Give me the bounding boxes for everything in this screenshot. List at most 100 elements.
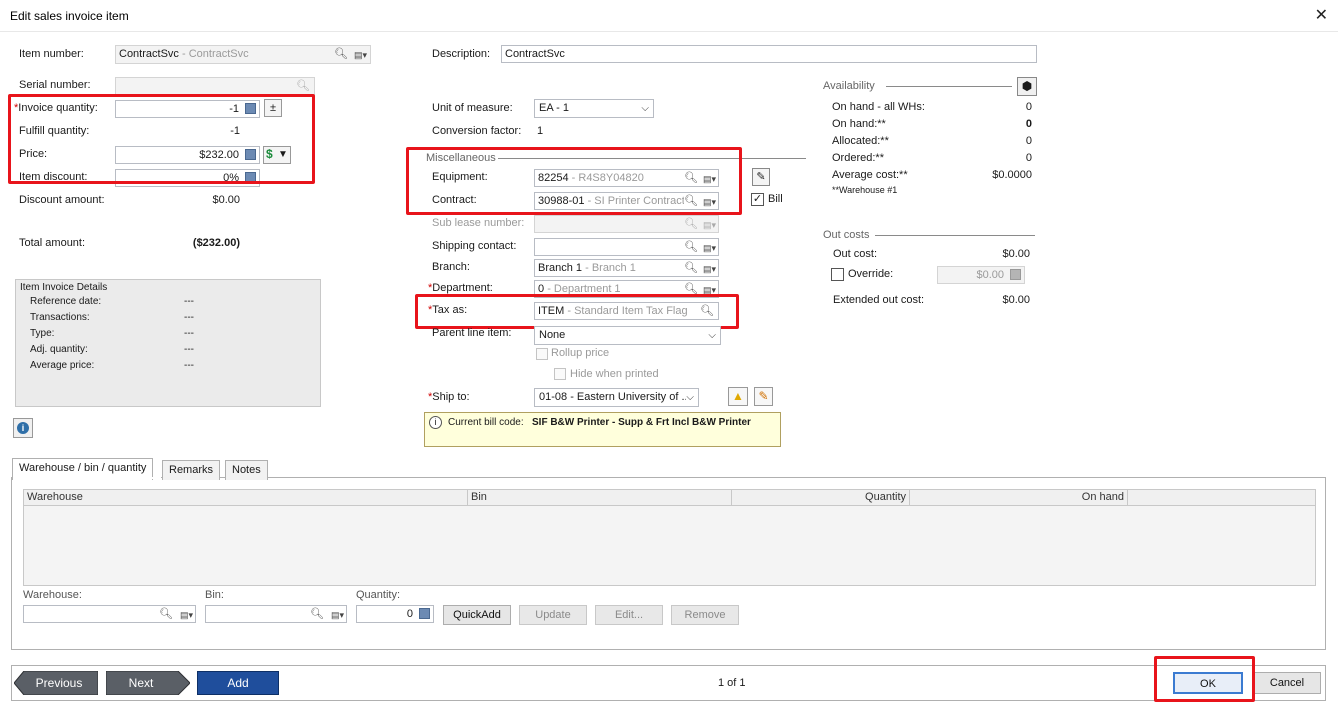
search-icon[interactable]: 🔍︎	[296, 78, 310, 94]
chevron-down-icon: ⌵	[708, 330, 716, 341]
inventory-cube-icon[interactable]: ⬢	[1017, 77, 1037, 96]
shipping-contact-label: Shipping contact:	[432, 240, 517, 252]
quickadd-button[interactable]: QuickAdd	[443, 605, 511, 625]
calculator-icon	[1010, 269, 1021, 280]
search-icon: 🔍︎	[684, 218, 698, 230]
grid-header: Warehouse Bin Quantity On hand	[24, 490, 1315, 506]
column-header-bin[interactable]: Bin	[468, 490, 732, 506]
detail-value: ---	[184, 360, 194, 371]
section-divider	[886, 86, 1012, 87]
detail-label: Reference date:	[30, 296, 102, 307]
highlight-box	[8, 94, 315, 184]
chevron-down-icon: ⌵	[641, 103, 649, 114]
branch-field[interactable]: Branch 1 - Branch 1 🔍︎ ▤▾	[534, 259, 719, 277]
detail-label: Type:	[30, 328, 55, 339]
column-header-quantity[interactable]: Quantity	[732, 490, 910, 506]
warehouse-footnote: **Warehouse #1	[832, 185, 898, 195]
item-number-field[interactable]: ContractSvc - ContractSvc 🔍︎ ▤▾	[115, 45, 371, 64]
availability-label: On hand - all WHs:	[832, 101, 925, 113]
override-field: $0.00	[937, 266, 1025, 284]
search-icon[interactable]: 🔍︎	[684, 260, 698, 276]
discount-amount-value: $0.00	[212, 194, 240, 206]
detail-label: Adj. quantity:	[30, 344, 88, 355]
description-field[interactable]: ContractSvc	[501, 45, 1037, 63]
availability-value: 0	[1025, 152, 1032, 164]
picker-menu-icon[interactable]: ▤▾	[331, 607, 344, 622]
out-cost-value: $0.00	[1002, 248, 1030, 260]
paging-indicator: 1 of 1	[718, 677, 746, 689]
next-button[interactable]: Next	[106, 672, 176, 694]
tab-joiner	[13, 477, 161, 479]
detail-value: ---	[184, 312, 194, 323]
availability-label: Ordered:**	[832, 152, 884, 164]
update-button[interactable]: Update	[519, 605, 587, 625]
highlight-box	[406, 147, 742, 215]
serial-number-label: Serial number:	[19, 79, 91, 91]
quantity-label: Quantity:	[356, 589, 401, 601]
picker-menu-icon[interactable]: ▤▾	[354, 47, 367, 63]
info-button[interactable]: i	[13, 418, 33, 438]
edit-pencil-button[interactable]: ✎	[752, 168, 770, 186]
search-icon[interactable]: 🔍︎	[159, 606, 173, 622]
availability-label: Allocated:**	[832, 135, 889, 147]
conversion-factor-label: Conversion factor:	[432, 125, 522, 137]
column-header-on-hand[interactable]: On hand	[910, 490, 1128, 506]
edit-button[interactable]: Edit...	[595, 605, 663, 625]
search-icon[interactable]: 🔍︎	[310, 606, 324, 622]
item-number-label: Item number:	[19, 48, 84, 60]
quantity-field[interactable]: 0	[356, 605, 434, 623]
section-divider	[875, 235, 1035, 236]
warehouse-grid[interactable]: Warehouse Bin Quantity On hand	[23, 489, 1316, 586]
warehouse-field[interactable]: 🔍︎ ▤▾	[23, 605, 196, 623]
override-checkbox[interactable]	[831, 268, 844, 281]
cancel-button[interactable]: Cancel	[1253, 672, 1321, 694]
total-amount-value: ($232.00)	[192, 237, 240, 249]
hide-when-printed-checkbox	[554, 368, 566, 380]
picker-menu-icon[interactable]: ▤▾	[703, 240, 716, 255]
remove-button[interactable]: Remove	[671, 605, 739, 625]
department-label: *Department:	[428, 282, 493, 294]
unit-of-measure-label: Unit of measure:	[432, 102, 513, 114]
picker-menu-icon: ▤▾	[702, 220, 716, 230]
column-header-warehouse[interactable]: Warehouse	[24, 490, 468, 506]
bill-code-value: SIF B&W Printer - Supp & Frt Incl B&W Pr…	[532, 417, 751, 428]
detail-value: ---	[184, 296, 194, 307]
bill-code-box: i Current bill code: SIF B&W Printer - S…	[424, 412, 781, 447]
picker-menu-icon[interactable]: ▤▾	[180, 607, 193, 622]
info-bubble-icon: i	[429, 416, 442, 429]
rollup-price-label: Rollup price	[551, 347, 610, 359]
calculator-icon[interactable]	[419, 608, 430, 619]
close-icon[interactable]: ✕	[1315, 5, 1328, 25]
highlight-box	[1154, 656, 1255, 702]
availability-title: Availability	[823, 80, 875, 92]
item-invoice-details-panel: Item Invoice Details Reference date: --- T…	[15, 279, 321, 407]
chevron-down-icon: ⌵	[686, 389, 694, 406]
title-bar: Edit sales invoice item ✕	[0, 0, 1338, 32]
search-icon[interactable]: 🔍︎	[684, 239, 698, 255]
unit-of-measure-select[interactable]: EA - 1 ⌵	[534, 99, 654, 118]
availability-value: 0	[1025, 135, 1032, 147]
shipping-contact-field[interactable]: 🔍︎ ▤▾	[534, 238, 719, 256]
bin-field[interactable]: 🔍︎ ▤▾	[205, 605, 347, 623]
detail-value: ---	[184, 328, 194, 339]
override-label: Override:	[848, 268, 894, 280]
previous-button[interactable]: Previous	[22, 672, 96, 694]
sub-lease-number-field: 🔍︎ ▤▾	[534, 215, 719, 233]
branch-label: Branch:	[432, 261, 470, 273]
highlight-box	[415, 294, 739, 329]
add-button[interactable]: Add	[197, 671, 279, 695]
ship-to-select[interactable]: 01-08 - Eastern University of ... ⌵	[534, 388, 699, 407]
address-book-icon[interactable]: ▲	[728, 387, 748, 406]
availability-value: 0	[1025, 118, 1032, 130]
bill-code-label: Current bill code:	[448, 417, 524, 428]
serial-number-field[interactable]: 🔍︎	[115, 77, 315, 95]
edit-icon[interactable]: ✎	[754, 387, 773, 406]
picker-menu-icon[interactable]: ▤▾	[702, 261, 716, 276]
parent-line-item-label: Parent line item:	[432, 327, 512, 339]
bill-checkbox[interactable]: ✓	[751, 193, 764, 206]
tab-remarks[interactable]: Remarks	[162, 460, 221, 480]
tab-notes[interactable]: Notes	[225, 460, 268, 480]
item-number-code: ContractSvc	[119, 48, 179, 60]
search-icon[interactable]: 🔍︎	[334, 46, 348, 62]
parent-line-item-select[interactable]: None ⌵	[534, 326, 721, 345]
